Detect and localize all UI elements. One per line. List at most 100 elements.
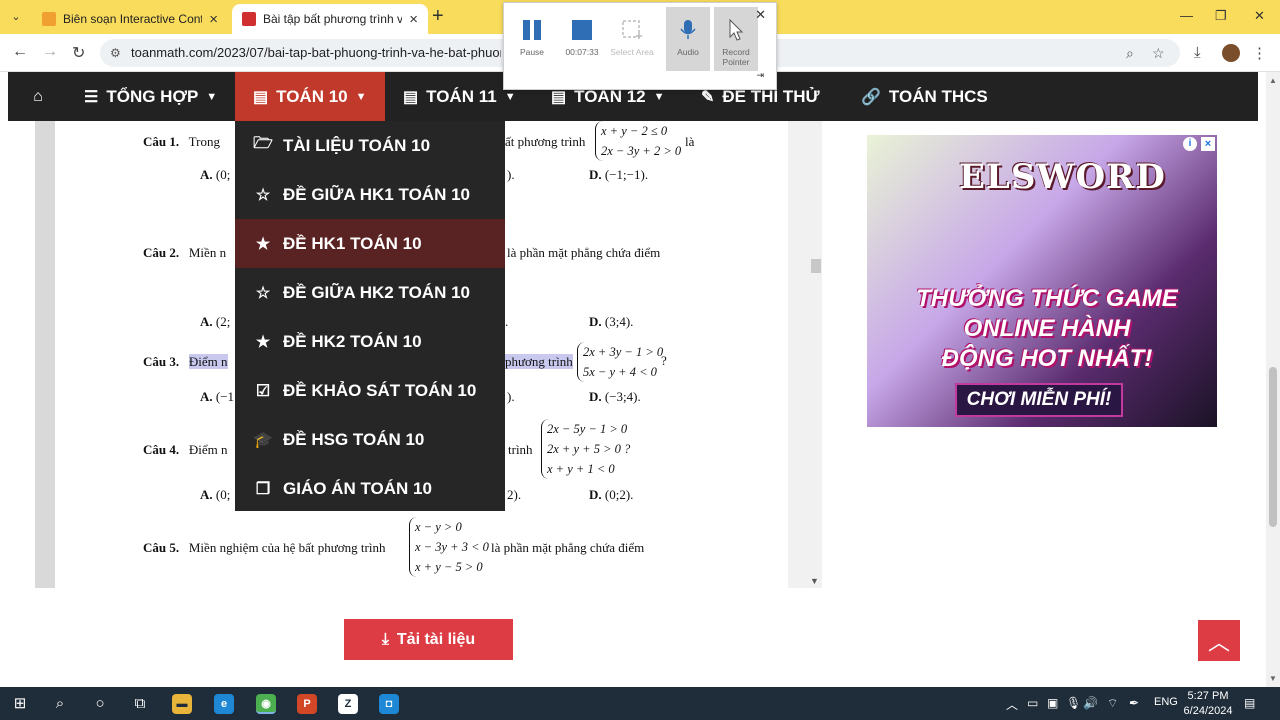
windows-start-icon[interactable]: ⊞ — [10, 694, 30, 714]
close-tab-icon[interactable]: × — [209, 11, 218, 28]
volume-icon[interactable]: 🔊 — [1083, 696, 1098, 710]
audio-toggle-button[interactable]: Audio — [666, 7, 710, 71]
question-2-option-mid: . — [505, 314, 509, 329]
document-scroll-thumb[interactable] — [811, 259, 821, 273]
minimize-window-icon[interactable]: — — [1180, 8, 1193, 23]
device-icon[interactable]: ▣ — [1047, 696, 1058, 710]
page-scroll-thumb[interactable] — [1269, 367, 1277, 527]
search-icon[interactable]: ⌕ — [50, 694, 70, 714]
battery-icon[interactable]: ▭ — [1027, 696, 1038, 710]
nav-item-toan-10[interactable]: ▤ TOÁN 10 ▼ — [235, 72, 385, 121]
toan-10-dropdown-menu: 🗁 TÀI LIỆU TOÁN 10 ☆ ĐỀ GIỮA HK1 TOÁN 10… — [235, 121, 505, 511]
scroll-down-arrow-icon[interactable]: ▼ — [810, 576, 819, 586]
dropdown-item-de-hk2[interactable]: ★ ĐỀ HK2 TOÁN 10 — [235, 317, 505, 366]
star-outline-icon: ☆ — [255, 186, 271, 204]
ad-info-icon[interactable]: i — [1183, 137, 1197, 151]
ad-slogan-line-3: ĐỘNG HOT NHẤT! — [941, 345, 1153, 372]
dropdown-item-de-hsg[interactable]: 🎓 ĐỀ HSG TOÁN 10 — [235, 415, 505, 464]
dropdown-item-giao-an[interactable]: ❐ GIÁO ÁN TOÁN 10 — [235, 464, 505, 513]
url-text[interactable]: toanmath.com/2023/07/bai-tap-bat-phuong-… — [131, 45, 501, 60]
input-language[interactable]: ENG — [1154, 696, 1178, 708]
question-3-option-mid: ). — [507, 389, 515, 404]
download-icon: ⤓ — [381, 630, 389, 648]
edge-browser-icon[interactable]: e — [214, 694, 234, 714]
file-explorer-icon[interactable]: ▬ — [172, 694, 192, 714]
show-hidden-icons-icon[interactable]: ︿ — [1006, 696, 1018, 713]
browser-tab-interactive-content[interactable]: Biên soạn Interactive Content × — [32, 4, 228, 34]
mouse-pointer-icon — [729, 19, 744, 41]
pause-icon — [523, 20, 541, 40]
question-3-system: 2x + 3y − 1 > 0 5x − y + 4 < 0 — [577, 342, 663, 382]
site-settings-icon[interactable]: ⚙ — [110, 46, 121, 60]
zalo-icon[interactable]: Z — [338, 694, 358, 714]
task-view-icon[interactable]: ⧉ — [130, 694, 150, 714]
dropdown-item-de-giua-hk2[interactable]: ☆ ĐỀ GIỮA HK2 TOÁN 10 — [235, 268, 505, 317]
close-tab-icon[interactable]: × — [409, 11, 418, 28]
home-icon[interactable]: ⌂ — [8, 72, 68, 121]
close-window-icon[interactable]: ✕ — [1254, 8, 1265, 24]
pen-icon[interactable]: ✒ — [1129, 696, 1139, 710]
new-tab-plus-icon[interactable]: + — [432, 6, 444, 26]
page-scrollbar[interactable]: ▲ ▼ — [1266, 72, 1280, 687]
forward-arrow-icon[interactable]: → — [42, 43, 58, 61]
maximize-window-icon[interactable]: ❐ — [1215, 8, 1227, 24]
microphone-icon[interactable]: 🎙 — [1066, 696, 1081, 710]
question-2-option-a: A. (2; — [200, 314, 231, 329]
microphone-icon — [680, 20, 696, 39]
book-icon: ▤ — [253, 88, 269, 106]
advertisement-banner[interactable]: ELSWORD THƯỞNG THỨC GAME ONLINE HÀNH ĐỘN… — [867, 135, 1217, 427]
recording-timer: 00:07:33 — [565, 47, 599, 57]
nav-item-toan-11[interactable]: ▤ TOÁN 11 ▼ — [403, 72, 516, 121]
dropdown-item-tai-lieu[interactable]: 🗁 TÀI LIỆU TOÁN 10 — [235, 121, 505, 170]
downloads-icon[interactable]: ⤓ — [1194, 44, 1201, 61]
windows-taskbar: ⊞ ⌕ ○ ⧉ ▬ e ◉ P Z ◘ ︿ ▭ ▣ 🎙 🔊 ⌔ ✒ ENG 5:… — [0, 687, 1280, 720]
toanmath-favicon-icon — [242, 12, 256, 26]
question-3-text: phương trình — [505, 354, 573, 369]
browser-menu-icon[interactable]: ⋮ — [1252, 44, 1267, 62]
scroll-up-arrow-icon[interactable]: ▲ — [1269, 76, 1277, 85]
browser-tab-toanmath[interactable]: Bài tập bất phương trình và hệ × — [232, 4, 428, 34]
pause-button[interactable]: Pause — [510, 7, 554, 71]
powerpoint-icon[interactable]: P — [297, 694, 317, 714]
notifications-icon[interactable]: ▤ — [1244, 696, 1255, 710]
ad-play-button[interactable]: CHƠI MIỄN PHÍ! — [955, 383, 1123, 417]
checkbox-checked-icon: ☑ — [255, 382, 271, 400]
question-4-text: trình — [508, 442, 533, 457]
system-clock[interactable]: 5:27 PM 6/24/2024 — [1180, 689, 1236, 719]
nav-item-tong-hop[interactable]: ☰ TỔNG HỢP ▼ — [84, 72, 217, 121]
nav-item-toan-thcs[interactable]: 🔗 TOÁN THCS — [861, 72, 988, 121]
book-icon: ▤ — [403, 88, 419, 106]
wifi-icon[interactable]: ⌔ — [1107, 696, 1118, 711]
close-icon[interactable]: ✕ — [755, 7, 766, 23]
app-icon[interactable]: ◘ — [379, 694, 399, 714]
chevron-up-icon: ︿ — [1207, 629, 1230, 655]
dropdown-item-de-giua-hk1[interactable]: ☆ ĐỀ GIỮA HK1 TOÁN 10 — [235, 170, 505, 219]
question-3-tail: ? — [661, 353, 667, 368]
chrome-browser-icon[interactable]: ◉ — [256, 694, 276, 714]
ad-close-icon[interactable]: × — [1201, 137, 1215, 151]
chevron-down-icon: ▼ — [206, 90, 218, 103]
back-to-top-button[interactable]: ︿ — [1198, 620, 1240, 661]
back-arrow-icon[interactable]: ← — [12, 43, 28, 61]
dropdown-item-de-khao-sat[interactable]: ☑ ĐỀ KHẢO SÁT TOÁN 10 — [235, 366, 505, 415]
ad-slogan-line-1: THƯỞNG THỨC GAME — [916, 285, 1178, 312]
zoom-icon[interactable]: ⌕ — [1126, 45, 1134, 62]
pin-icon[interactable]: ⇥ — [756, 70, 764, 81]
document-scrollbar[interactable]: ▼ — [788, 121, 822, 588]
question-2: Câu 2. Miền n — [143, 245, 227, 260]
select-area-button[interactable]: Select Area — [610, 7, 654, 71]
folder-open-icon: 🗁 — [253, 135, 273, 152]
scroll-down-arrow-icon[interactable]: ▼ — [1269, 674, 1277, 683]
download-document-button[interactable]: ⤓ Tải tài liệu — [344, 619, 513, 660]
bookmark-star-icon[interactable]: ☆ — [1152, 45, 1165, 62]
stop-button[interactable]: 00:07:33 — [560, 7, 604, 71]
reload-icon[interactable]: ↻ — [72, 43, 85, 63]
profile-avatar[interactable] — [1222, 44, 1240, 62]
dropdown-item-de-hk1[interactable]: ★ ĐỀ HK1 TOÁN 10 — [235, 219, 505, 268]
question-1-option-a: A. (0; — [200, 167, 231, 182]
copy-icon: ❐ — [255, 480, 271, 498]
tab-search-button[interactable]: ⌄ — [6, 8, 26, 26]
menu-bars-icon: ☰ — [84, 88, 99, 106]
cortana-icon[interactable]: ○ — [90, 694, 110, 714]
record-pointer-button[interactable]: Record Pointer — [714, 7, 758, 71]
